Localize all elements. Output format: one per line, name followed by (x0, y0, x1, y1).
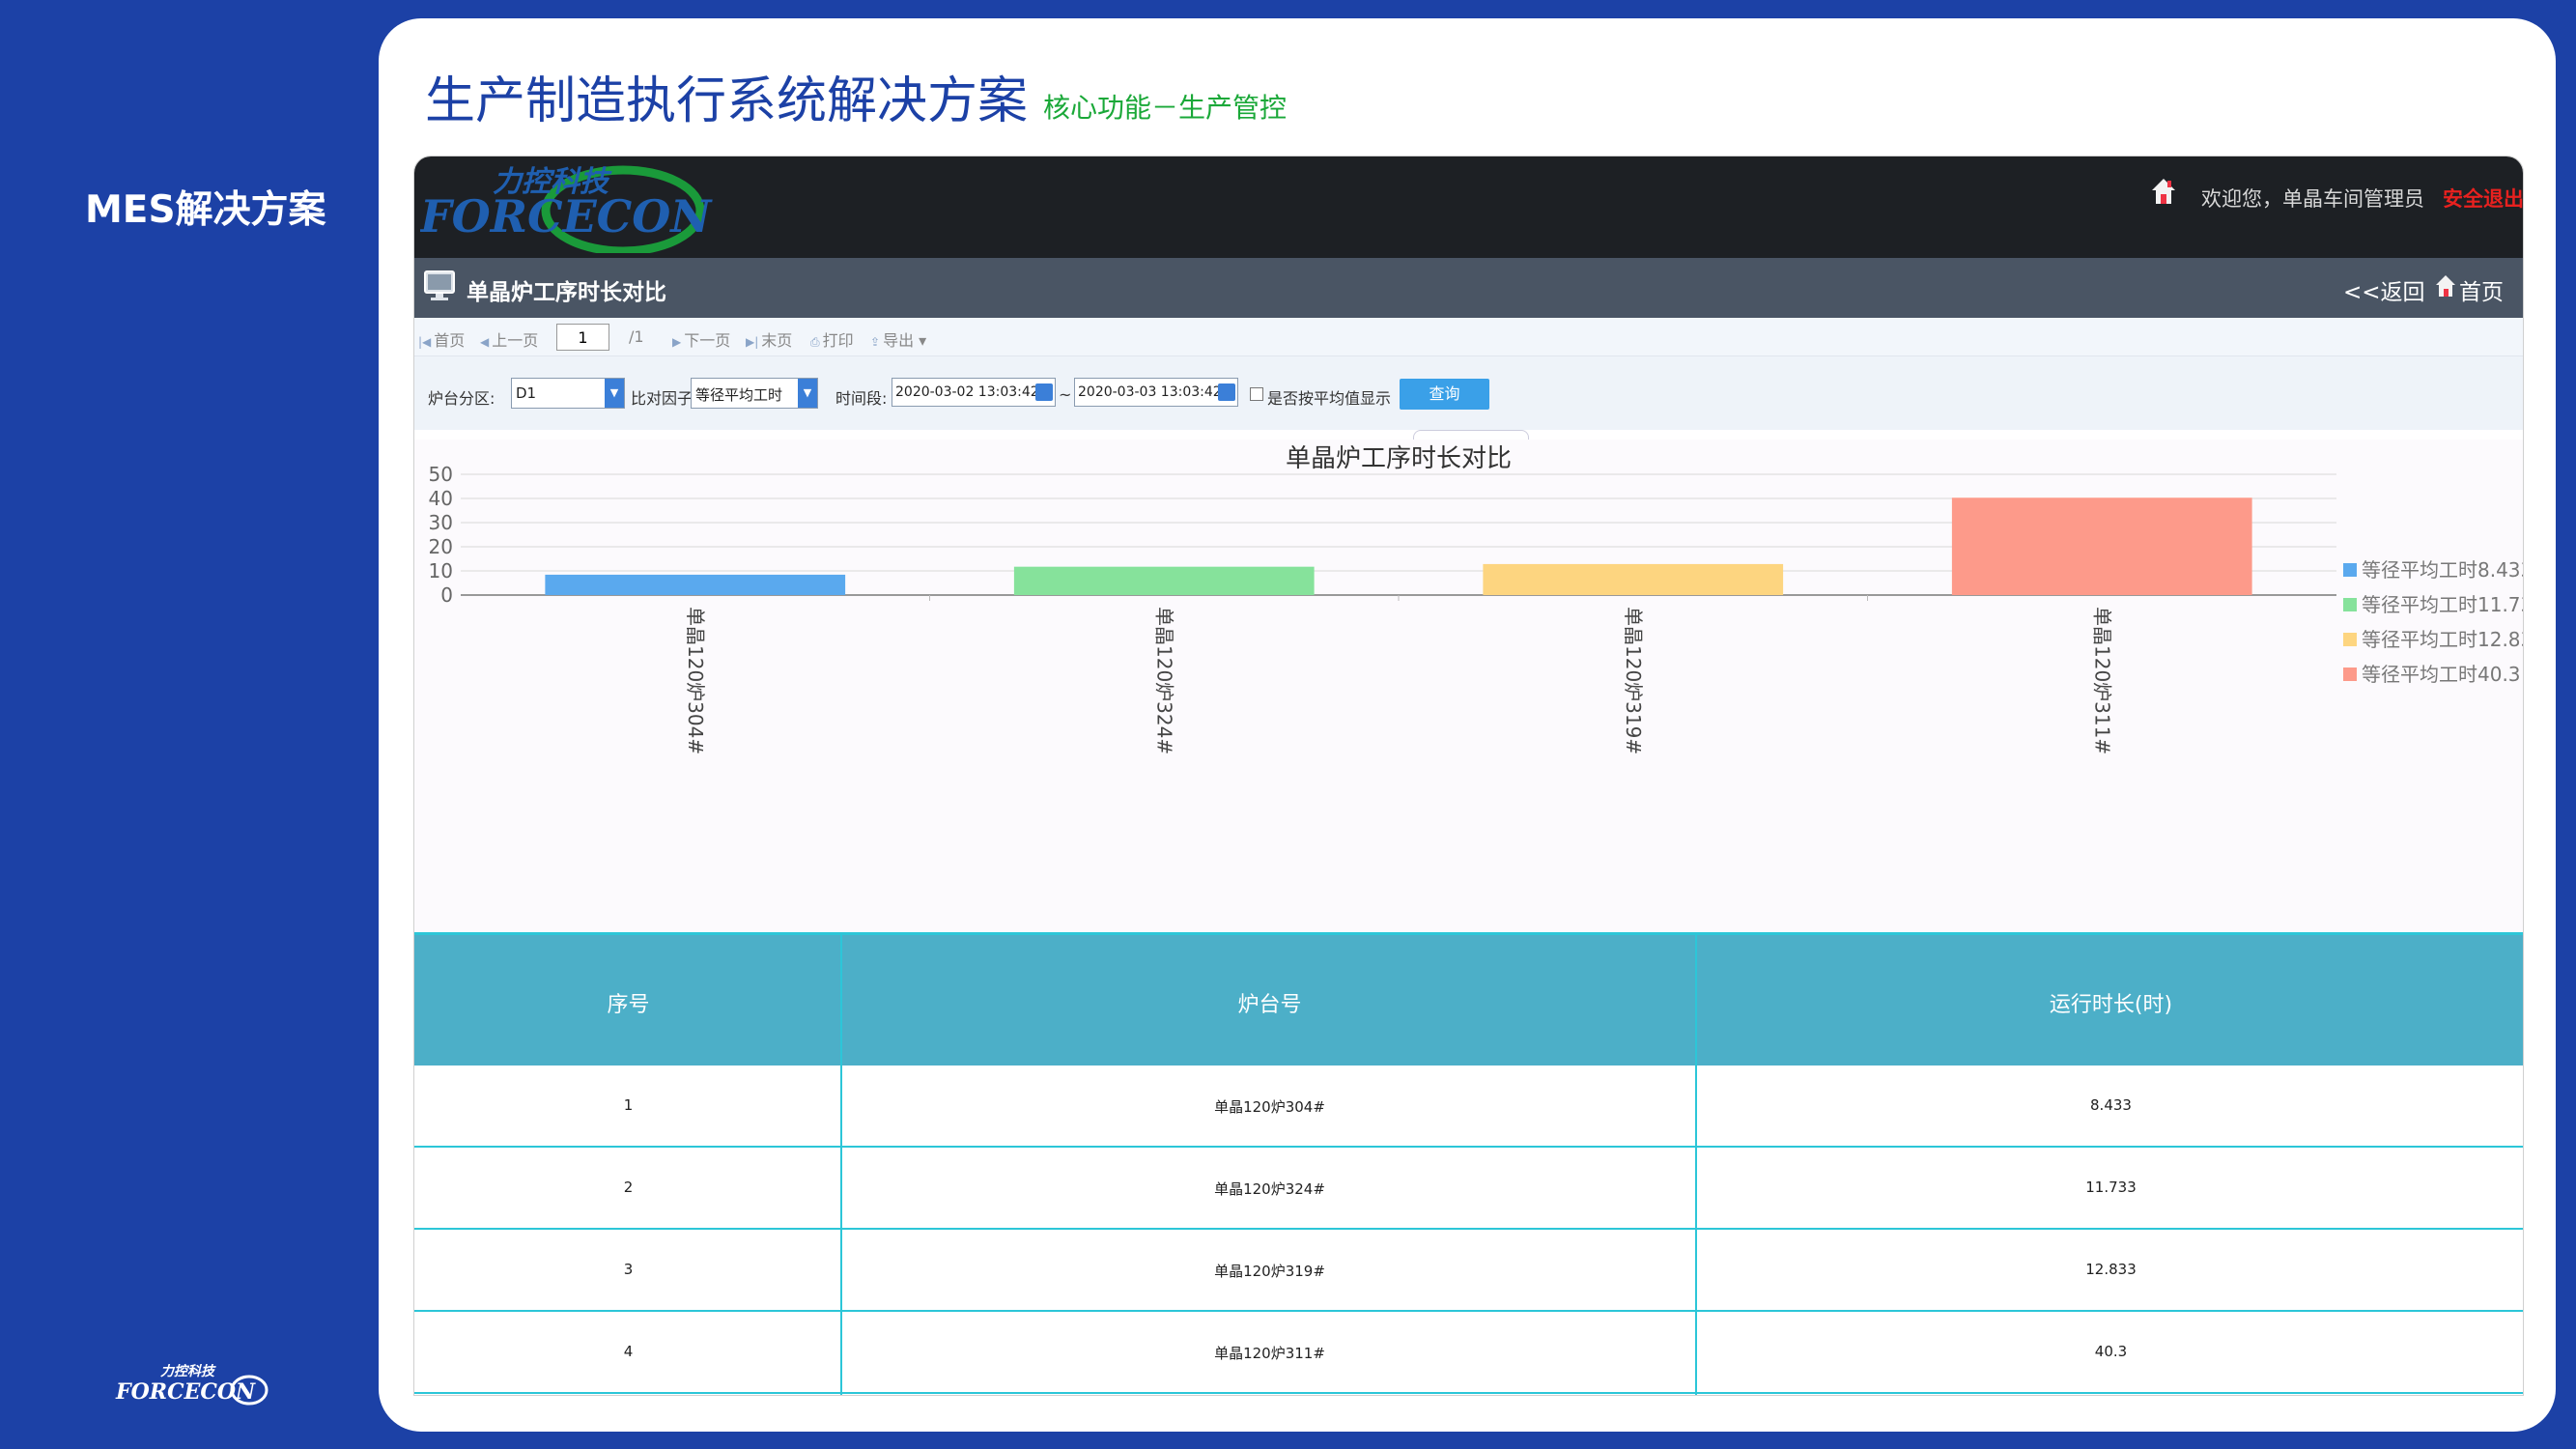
query-button[interactable]: 查询 (1400, 379, 1489, 410)
table-header: 序号 炉台号 运行时长(时) (414, 932, 2523, 1065)
app-header: 力控科技 FORCECON 欢迎您，单晶车间管理员 安全退出 (414, 156, 2523, 258)
cell-furnace: 单晶120炉304# (1214, 1098, 1325, 1116)
header-index: 序号 (607, 993, 650, 1017)
legend-swatch (2343, 563, 2357, 577)
legend-label: 等径平均工时40.3 (2362, 663, 2521, 686)
pagination-toolbar: |◀首页 ◀上一页 /1 ▶下一页 ▶|末页 ⎙打印 ⇪导出 ▾ (414, 318, 2523, 356)
welcome-text: 欢迎您，单晶车间管理员 (2201, 187, 2424, 211)
cell-index: 2 (623, 1179, 634, 1196)
svg-text:FORCECON: FORCECON (420, 190, 713, 242)
legend-label: 等径平均工时8.433 (2362, 558, 2524, 582)
table-row[interactable]: 1 单晶120炉304# 8.433 (414, 1065, 2523, 1148)
export-icon: ⇪ (870, 335, 881, 349)
header-furnace: 炉台号 (1237, 993, 1302, 1017)
legend-swatch (2343, 598, 2357, 611)
bar (1483, 563, 1784, 595)
home-icon[interactable] (2435, 273, 2456, 298)
chevron-down-icon: ▼ (798, 379, 817, 408)
footer-logo: 力控科技 FORCECON (115, 1363, 269, 1406)
prev-page-button[interactable]: ◀ 上一页 (480, 327, 538, 351)
svg-text:力控科技: 力控科技 (160, 1363, 216, 1379)
y-tick-label: 30 (429, 511, 453, 534)
y-tick-label: 20 (429, 535, 453, 558)
bar-chart: 单晶炉工序时长对比 0 10 20 30 40 50 单晶120炉304# 单晶120炉324#… (414, 440, 2524, 932)
zone-label: 炉台分区: (428, 389, 495, 408)
table-row[interactable]: 2 单晶120炉324# 11.733 (414, 1148, 2523, 1230)
y-tick-label: 0 (440, 583, 453, 607)
chart-title: 单晶炉工序时长对比 (1286, 444, 1512, 473)
sidebar-title: MES解决方案 (85, 188, 326, 232)
back-link[interactable]: <<返回 (2343, 273, 2425, 306)
cell-duration: 40.3 (2094, 1343, 2128, 1360)
slide-subtitle: 核心功能－生产管控 (1043, 92, 1288, 124)
time-label: 时间段: (835, 389, 888, 408)
factor-label: 比对因子 (631, 389, 694, 408)
cell-furnace: 单晶120炉311# (1214, 1345, 1325, 1362)
chevron-down-icon: ▼ (605, 379, 624, 408)
y-tick-label: 40 (429, 487, 453, 510)
bar (1013, 566, 1315, 595)
x-tick-label: 单晶120炉324# (1152, 607, 1175, 754)
page-number-input[interactable] (556, 324, 609, 351)
legend-label: 等径平均工时12.833 (2362, 628, 2524, 651)
printer-icon: ⎙ (810, 335, 820, 349)
x-tick-label: 单晶120炉311# (2090, 607, 2113, 754)
last-page-icon: ▶| (746, 335, 759, 349)
y-tick-label: 50 (429, 463, 453, 486)
legend-swatch (2343, 633, 2357, 646)
column-divider (1695, 932, 1697, 1395)
next-page-icon: ▶ (672, 335, 682, 349)
export-button[interactable]: ⇪ 导出 ▾ (870, 327, 926, 351)
calendar-icon[interactable] (1218, 384, 1235, 401)
x-tick-label: 单晶120炉319# (1622, 607, 1645, 754)
last-page-button[interactable]: ▶| 末页 (746, 327, 792, 351)
print-button[interactable]: ⎙ 打印 (810, 327, 854, 351)
table-row[interactable]: 3 单晶120炉319# 12.833 (414, 1230, 2523, 1312)
cell-duration: 12.833 (2085, 1261, 2137, 1278)
header-duration: 运行时长(时) (2049, 993, 2173, 1017)
zone-select[interactable]: D1 ▼ (511, 378, 625, 409)
monitor-icon (424, 270, 455, 300)
page-titlebar: 单晶炉工序时长对比 <<返回 首页 (414, 258, 2523, 318)
calendar-icon[interactable] (1035, 384, 1053, 401)
forcecon-logo: 力控科技 FORCECON (420, 165, 713, 253)
first-page-icon: |◀ (418, 335, 432, 349)
cell-index: 4 (623, 1343, 634, 1360)
end-date-input[interactable]: 2020-03-03 13:03:42 (1074, 378, 1238, 407)
home-icon[interactable] (2150, 177, 2177, 206)
logout-link[interactable]: 安全退出 (2443, 184, 2523, 213)
app-window: 力控科技 FORCECON 欢迎您，单晶车间管理员 安全退出 单晶炉工序时长对比… (413, 156, 2524, 1396)
table-row[interactable]: 4 单晶120炉311# 40.3 (414, 1312, 2523, 1394)
x-tick-label: 单晶120炉304# (684, 607, 707, 754)
prev-page-icon: ◀ (480, 335, 490, 349)
start-date-input[interactable]: 2020-03-02 13:03:42 (892, 378, 1056, 407)
legend-swatch (2343, 668, 2357, 681)
column-divider (840, 932, 842, 1395)
next-page-button[interactable]: ▶ 下一页 (672, 327, 730, 351)
cell-index: 1 (623, 1096, 634, 1114)
avg-checkbox[interactable] (1250, 387, 1263, 401)
first-page-button[interactable]: |◀ 首页 (418, 327, 465, 351)
collapse-handle[interactable] (1413, 430, 1529, 440)
cell-index: 3 (623, 1261, 634, 1278)
cell-duration: 11.733 (2085, 1179, 2137, 1196)
filter-bar: 炉台分区: D1 ▼ 比对因子 等径平均工时 ▼ 时间段: 2020-03-02… (414, 356, 2523, 430)
page-title: 单晶炉工序时长对比 (467, 280, 666, 305)
cell-furnace: 单晶120炉324# (1214, 1180, 1325, 1198)
page-total: /1 (629, 327, 644, 346)
home-link[interactable]: 首页 (2459, 273, 2504, 306)
factor-select[interactable]: 等径平均工时 ▼ (691, 378, 818, 409)
chart-svg: 单晶炉工序时长对比 01020304050 单晶120炉304# 单晶120炉324#… (429, 444, 2524, 754)
range-separator: ~ (1059, 385, 1072, 404)
cell-furnace: 单晶120炉319# (1214, 1263, 1325, 1280)
bar (545, 574, 846, 595)
slide-title: 生产制造执行系统解决方案 (425, 72, 1029, 130)
cell-duration: 8.433 (2090, 1096, 2132, 1114)
y-tick-label: 10 (429, 559, 453, 582)
avg-checkbox-label: 是否按平均值显示 (1267, 389, 1392, 408)
legend-label: 等径平均工时11.733 (2362, 593, 2524, 616)
bar (1951, 497, 2252, 595)
